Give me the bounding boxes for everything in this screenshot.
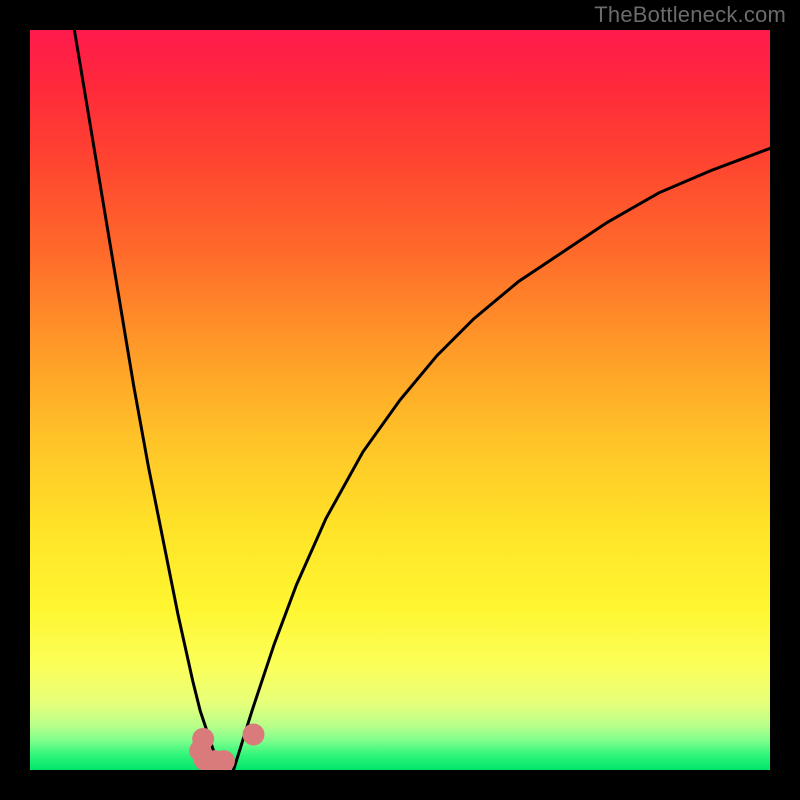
curve-right-branch bbox=[234, 148, 771, 770]
chart-frame: TheBottleneck.com bbox=[0, 0, 800, 800]
chart-svg bbox=[30, 30, 770, 770]
marker-dot bbox=[242, 723, 264, 745]
marker-cluster bbox=[189, 723, 264, 770]
watermark-text: TheBottleneck.com bbox=[594, 2, 786, 28]
plot-area bbox=[30, 30, 770, 770]
curve-left-branch bbox=[74, 30, 218, 770]
